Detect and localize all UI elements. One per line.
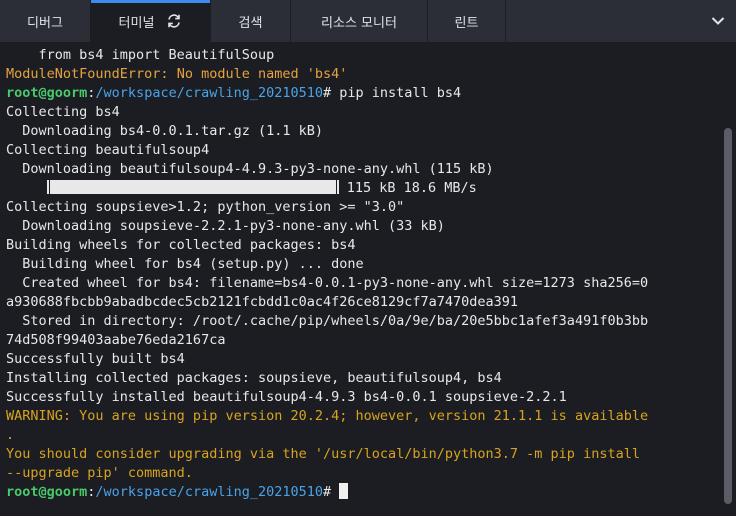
terminal-line: Collecting bs4 [6,104,120,120]
terminal-line: Building wheel for bs4 (setup.py) ... do… [6,256,364,272]
sync-icon[interactable] [166,13,182,29]
tab-terminal[interactable]: 터미널 [91,0,211,42]
tab-debug[interactable]: 디버그 [0,0,91,42]
terminal-line: Building wheels for collected packages: … [6,237,356,253]
tab-resource-monitor-label: 리소스 모니터 [321,15,397,31]
prompt-path: /workspace/crawling_20210510 [95,484,323,500]
prompt-command: # pip install bs4 [323,85,462,101]
panel-tab-bar: 디버그 터미널 검색 리소스 모니터 린트 [0,0,736,42]
terminal-line-error: ModuleNotFoundError: No module named 'bs… [6,65,720,84]
progress-indent [6,180,47,196]
tab-lint-label: 린트 [454,15,479,31]
terminal-warning-line: --upgrade pip' command. [6,465,193,481]
terminal-line: Successfully built bs4 [6,351,185,367]
tab-debug-label: 디버그 [27,15,63,31]
terminal-line: Stored in directory: /root/.cache/pip/wh… [6,313,649,329]
prompt-hash: # [323,484,340,500]
prompt-path: /workspace/crawling_20210510 [95,85,323,101]
tab-terminal-label: 터미널 [118,15,155,31]
terminal-warning-line: WARNING: You are using pip version 20.2.… [6,408,649,424]
error-message: No module named 'bs4' [168,66,348,82]
terminal-prompt-line[interactable]: root@goorm:/workspace/crawling_20210510# [6,483,720,502]
tab-search-label: 검색 [238,15,263,31]
terminal-progress-line: 115 kB 18.6 MB/s [6,179,720,198]
tab-search[interactable]: 검색 [211,0,291,42]
terminal-output[interactable]: from bs4 import BeautifulSoup ModuleNotF… [0,46,720,516]
terminal-line: Created wheel for bs4: filename=bs4-0.0.… [6,275,649,291]
tab-lint[interactable]: 린트 [428,0,506,42]
terminal-line: from bs4 import BeautifulSoup [6,47,275,63]
terminal-line: 74d508f99403aabe76eda2167ca [6,332,226,348]
tab-resource-monitor[interactable]: 리소스 모니터 [291,0,428,42]
download-progress-fill [49,180,336,194]
terminal-line: a930688fbcbb9abadbcdec5cb2121fcbdd1c0ac4… [6,294,519,310]
prompt-user: root@goorm [6,85,88,101]
terminal-line: Downloading bs4-0.0.1.tar.gz (1.1 kB) [6,123,323,139]
terminal-line: Downloading beautifulsoup4-4.9.3-py3-non… [6,161,494,177]
terminal-cursor [339,483,349,499]
terminal-line: Successfully installed beautifulsoup4-4.… [6,389,567,405]
terminal-line: Collecting soupsieve>1.2; python_version… [6,199,405,215]
chevron-down-icon[interactable] [700,0,736,42]
terminal-line: Collecting beautifulsoup4 [6,142,210,158]
progress-stats: 115 kB 18.6 MB/s [338,180,477,196]
prompt-user: root@goorm [6,484,88,500]
terminal-line: Installing collected packages: soupsieve… [6,370,502,386]
error-type: ModuleNotFoundError: [6,66,169,82]
terminal-prompt-line: root@goorm:/workspace/crawling_20210510#… [6,84,720,103]
terminal-scrollbar-thumb[interactable] [724,128,732,504]
terminal-warning-line: . [6,427,15,443]
download-progress-bar [46,180,339,194]
terminal-line: Downloading soupsieve-2.2.1-py3-none-any… [6,218,445,234]
terminal-warning-line: You should consider upgrading via the '/… [6,446,640,462]
